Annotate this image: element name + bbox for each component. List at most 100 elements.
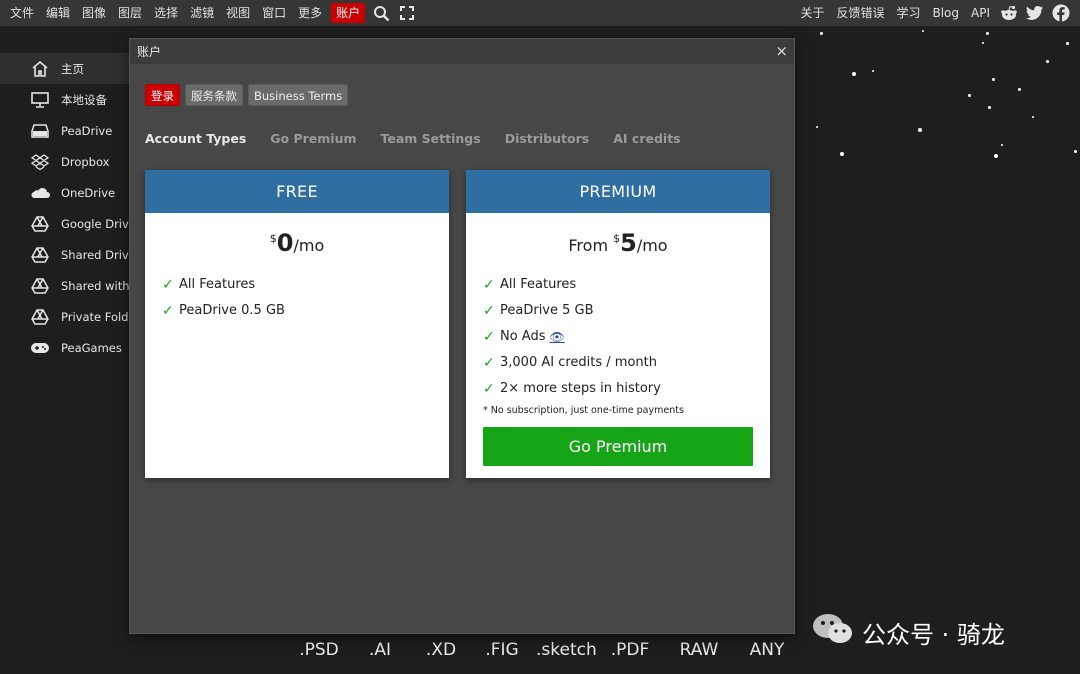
watermark-text: 公众号 · 骑龙: [862, 620, 1005, 649]
menu-report-bug[interactable]: 反馈错误: [830, 0, 890, 26]
menu-file[interactable]: 文件: [4, 0, 40, 26]
menubar: 文件 编辑 图像 图层 选择 滤镜 视图 窗口 更多 账户 关于 反馈错误 学习…: [0, 0, 1080, 26]
price-currency: $: [269, 232, 277, 245]
go-premium-button[interactable]: Go Premium: [483, 427, 753, 466]
fullscreen-icon[interactable]: [394, 0, 420, 26]
feature-label: All Features: [500, 277, 577, 292]
menu-blog[interactable]: Blog: [926, 0, 965, 26]
menu-edit[interactable]: 编辑: [40, 0, 76, 26]
sidebar-item-label: OneDrive: [61, 185, 116, 200]
feature-label: PeaDrive 5 GB: [500, 303, 594, 318]
price-amount: 5: [620, 229, 637, 257]
menu-view[interactable]: 视图: [220, 0, 256, 26]
check-icon: ✓: [483, 355, 495, 371]
menu-account[interactable]: 账户: [331, 3, 366, 23]
price-period: /mo: [293, 236, 325, 255]
sidebar-item-label: PeaGames: [61, 340, 122, 355]
check-icon: ✓: [483, 381, 495, 397]
dialog-titlebar: 账户 ×: [130, 39, 794, 64]
menu-more[interactable]: 更多: [292, 0, 328, 26]
feature-item: ✓ All Features: [162, 272, 449, 298]
feature-label: 3,000 AI credits / month: [500, 355, 657, 370]
sidebar-item-shared-with-me[interactable]: Shared with me: [0, 270, 130, 301]
feature-item: ✓ PeaDrive 5 GB: [483, 298, 770, 324]
dialog-button-row: 登录 服务条款 Business Terms: [145, 84, 349, 106]
tab-distributors[interactable]: Distributors: [505, 131, 590, 146]
sidebar-item-dropbox[interactable]: Dropbox: [0, 146, 130, 177]
feature-item: ✓ No Ads 👁: [483, 324, 770, 350]
watermark: 公众号 · 骑龙: [812, 612, 1005, 652]
terms-button[interactable]: 服务条款: [185, 84, 243, 106]
menu-api[interactable]: API: [965, 0, 996, 26]
sidebar-item-google-drive[interactable]: Google Drive: [0, 208, 130, 239]
feature-list: ✓ All Features ✓ PeaDrive 5 GB ✓ No Ads 👁 ✓ 3…: [466, 272, 770, 402]
eye-icon[interactable]: 👁: [550, 325, 565, 349]
drive-icon: [30, 121, 50, 141]
plan-name: PREMIUM: [466, 170, 770, 213]
sidebar: 主页 本地设备 PeaDrive Dropbox OneDrive Google…: [0, 53, 130, 373]
sidebar-item-home[interactable]: 主页: [0, 53, 130, 84]
google-drive-icon: [30, 245, 50, 265]
gamepad-icon: [30, 338, 50, 358]
dialog-tabs: Account Types Go Premium Team Settings D…: [145, 131, 705, 146]
sidebar-item-local-device[interactable]: 本地设备: [0, 84, 130, 115]
format-sketch: .sketch: [536, 640, 597, 660]
tab-ai-credits[interactable]: AI credits: [613, 131, 680, 146]
payment-note: * No subscription, just one-time payment…: [483, 405, 684, 416]
format-pdf: .PDF: [610, 640, 650, 660]
menu-filter[interactable]: 滤镜: [184, 0, 220, 26]
sidebar-item-peadrive[interactable]: PeaDrive: [0, 115, 130, 146]
tab-account-types[interactable]: Account Types: [145, 131, 246, 146]
sidebar-item-label: Google Drive: [61, 216, 130, 231]
plan-price: From $5/mo: [466, 223, 770, 257]
sidebar-item-shared-drive[interactable]: Shared Drive: [0, 239, 130, 270]
twitter-icon[interactable]: [1022, 0, 1048, 26]
menu-right: 关于 反馈错误 学习 Blog API: [794, 0, 1080, 26]
menu-select[interactable]: 选择: [148, 0, 184, 26]
feature-item: ✓ PeaDrive 0.5 GB: [162, 298, 449, 324]
facebook-icon[interactable]: [1048, 0, 1074, 26]
feature-item: ✓ 3,000 AI credits / month: [483, 350, 770, 376]
business-terms-button[interactable]: Business Terms: [248, 84, 349, 106]
feature-list: ✓ All Features ✓ PeaDrive 0.5 GB: [145, 272, 449, 324]
format-xd: .XD: [425, 640, 457, 660]
sidebar-item-label: Dropbox: [61, 154, 110, 169]
sidebar-item-label: Private Folder: [61, 309, 130, 324]
menu-window[interactable]: 窗口: [256, 0, 292, 26]
feature-item: ✓ 2× more steps in history: [483, 376, 770, 402]
menu-image[interactable]: 图像: [76, 0, 112, 26]
check-icon: ✓: [162, 303, 174, 319]
tab-go-premium[interactable]: Go Premium: [270, 131, 356, 146]
menu-about[interactable]: 关于: [794, 0, 830, 26]
sidebar-item-private-folder[interactable]: Private Folder: [0, 301, 130, 332]
home-icon: [30, 59, 50, 79]
sidebar-item-label: Shared Drive: [61, 247, 130, 262]
menu-learn[interactable]: 学习: [890, 0, 926, 26]
check-icon: ✓: [483, 277, 495, 293]
google-drive-icon: [30, 214, 50, 234]
login-button[interactable]: 登录: [145, 84, 180, 106]
starfield-background: [796, 26, 1080, 356]
account-dialog: 账户 × 登录 服务条款 Business Terms Account Type…: [129, 38, 795, 634]
check-icon: ✓: [162, 277, 174, 293]
monitor-icon: [30, 90, 50, 110]
format-any: ANY: [749, 640, 785, 660]
price-prefix: From: [568, 236, 614, 255]
tab-team-settings[interactable]: Team Settings: [381, 131, 481, 146]
reddit-icon[interactable]: [996, 0, 1022, 26]
sidebar-item-label: 主页: [61, 61, 84, 76]
search-icon[interactable]: [368, 0, 394, 26]
feature-label: PeaDrive 0.5 GB: [179, 303, 285, 318]
supported-formats: .PSD .AI .XD .FIG .sketch .PDF RAW ANY: [292, 640, 806, 660]
cloud-icon: [30, 183, 50, 203]
sidebar-item-onedrive[interactable]: OneDrive: [0, 177, 130, 208]
plan-price: $0/mo: [145, 223, 449, 257]
menu-left: 文件 编辑 图像 图层 选择 滤镜 视图 窗口 更多 账户: [0, 0, 420, 26]
price-period: /mo: [636, 236, 668, 255]
menu-layer[interactable]: 图层: [112, 0, 148, 26]
feature-label: 2× more steps in history: [500, 381, 661, 396]
plan-card-free: FREE $0/mo ✓ All Features ✓ PeaDrive 0.5 G…: [145, 170, 449, 478]
close-icon[interactable]: ×: [775, 43, 788, 59]
sidebar-item-peagames[interactable]: PeaGames: [0, 332, 130, 363]
plan-card-premium: PREMIUM From $5/mo ✓ All Features ✓ PeaDri…: [466, 170, 770, 478]
